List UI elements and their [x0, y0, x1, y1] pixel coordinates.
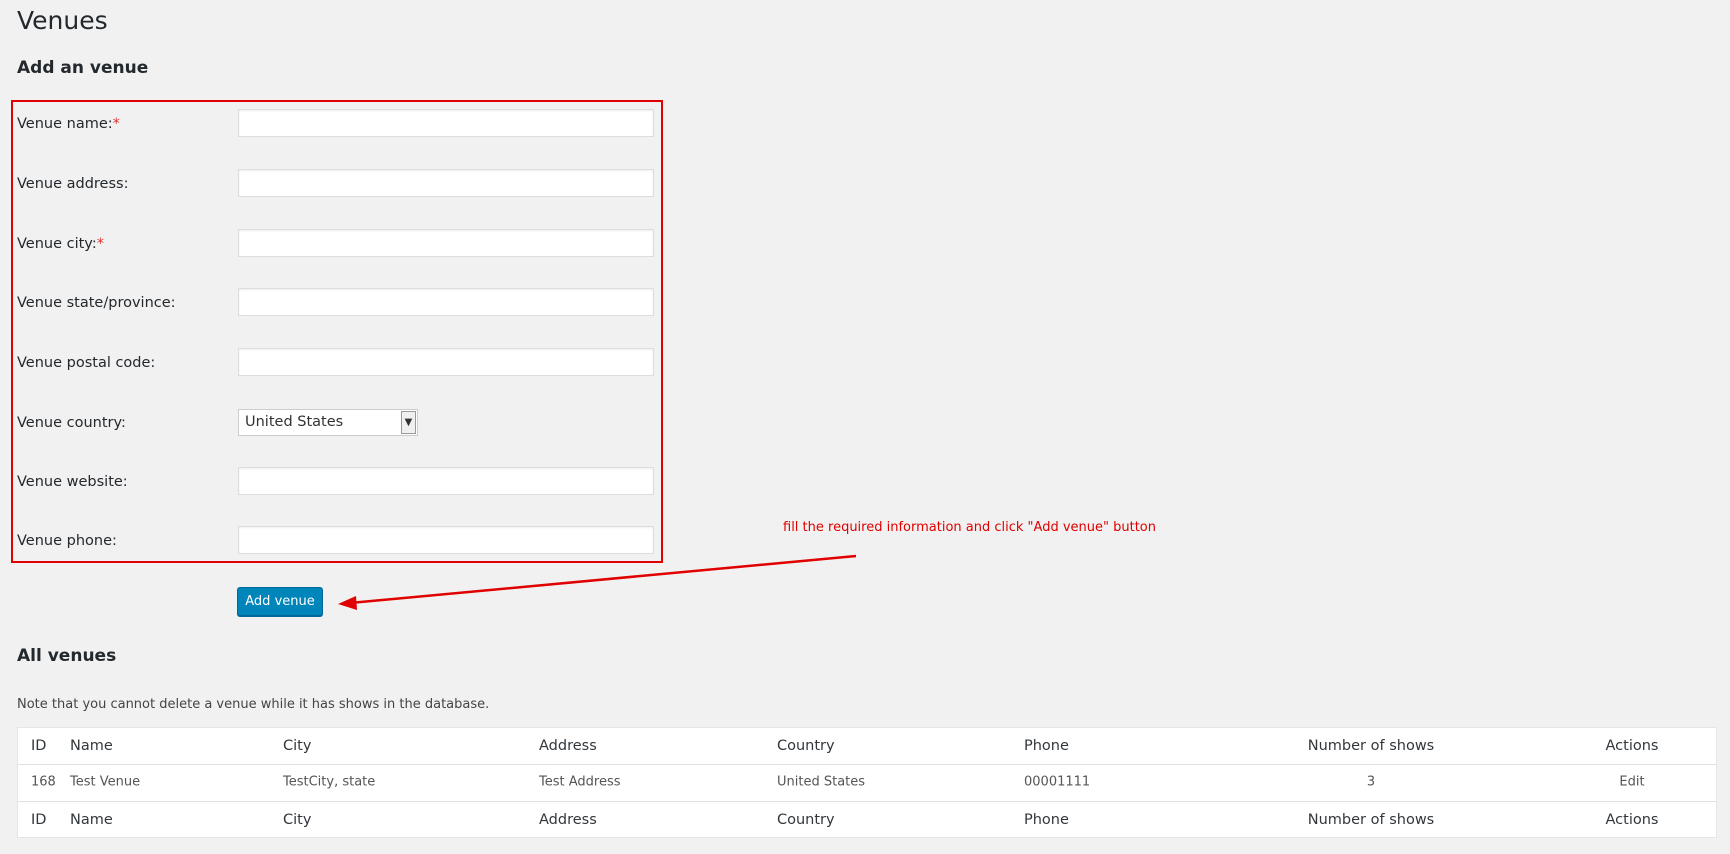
venue-phone: 00001111: [1024, 774, 1091, 790]
page-title: Venues: [17, 6, 108, 35]
column-header-name: Name: [70, 738, 113, 754]
venue-website-input[interactable]: [238, 467, 654, 495]
column-footer-address: Address: [539, 812, 597, 828]
add-venue-button[interactable]: Add venue: [237, 587, 323, 616]
venue-country: United States: [777, 774, 866, 790]
table-footer-row: ID Name City Address Country Phone Numbe…: [18, 801, 1716, 838]
column-header-id: ID: [31, 738, 47, 754]
venue-country-selected: United States: [245, 414, 344, 430]
column-header-country: Country: [777, 738, 835, 754]
venue-country-label: Venue country:: [17, 415, 126, 431]
venues-table: ID Name City Address Country Phone Numbe…: [17, 727, 1717, 838]
column-header-address: Address: [539, 738, 597, 754]
venue-phone-label: Venue phone:: [17, 533, 117, 549]
venue-address-link[interactable]: Test Address: [539, 775, 621, 790]
venue-city-row: Venue city:*: [17, 229, 657, 259]
edit-venue-link[interactable]: Edit: [1619, 775, 1644, 790]
venue-name-label: Venue name:*: [17, 116, 120, 132]
venue-state-label: Venue state/province:: [17, 295, 176, 311]
venue-address-label: Venue address:: [17, 176, 129, 192]
venue-country-row: Venue country: United States ▼: [17, 408, 657, 438]
required-mark: *: [112, 116, 120, 132]
venue-country-select[interactable]: United States ▼: [238, 409, 418, 436]
column-footer-name: Name: [70, 812, 113, 828]
add-venue-heading: Add an venue: [17, 58, 149, 78]
venue-phone-row: Venue phone:: [17, 526, 657, 556]
chevron-down-icon[interactable]: ▼: [401, 411, 416, 434]
venue-website-row: Venue website:: [17, 467, 657, 497]
venue-phone-input[interactable]: [238, 526, 654, 554]
column-header-actions: Actions: [1605, 738, 1659, 754]
column-footer-country: Country: [777, 812, 835, 828]
column-footer-city: City: [283, 812, 312, 828]
venue-website-label: Venue website:: [17, 474, 128, 490]
delete-note: Note that you cannot delete a venue whil…: [17, 697, 490, 712]
venue-address-input[interactable]: [238, 169, 654, 197]
venue-state-row: Venue state/province:: [17, 288, 657, 318]
table-row: 168 Test Venue TestCity, state Test Addr…: [18, 764, 1716, 800]
venue-address-row: Venue address:: [17, 169, 657, 199]
annotation-text: fill the required information and click …: [783, 520, 1156, 535]
table-header-row: ID Name City Address Country Phone Numbe…: [18, 728, 1716, 765]
column-footer-id: ID: [31, 812, 47, 828]
venue-postal-input[interactable]: [238, 348, 654, 376]
column-footer-shows: Number of shows: [1307, 812, 1435, 828]
venue-postal-row: Venue postal code:: [17, 348, 657, 378]
all-venues-heading: All venues: [17, 646, 117, 666]
column-header-shows: Number of shows: [1307, 738, 1435, 754]
venue-name-input[interactable]: [238, 109, 654, 137]
column-footer-phone: Phone: [1024, 812, 1069, 828]
column-header-phone: Phone: [1024, 738, 1069, 754]
venue-name-row: Venue name:*: [17, 109, 657, 139]
venue-state-input[interactable]: [238, 288, 654, 316]
venue-name-link[interactable]: Test Venue: [70, 775, 140, 790]
venue-city: TestCity, state: [283, 774, 376, 790]
venue-city-input[interactable]: [238, 229, 654, 257]
venue-id: 168: [31, 774, 56, 790]
venue-city-label: Venue city:*: [17, 236, 104, 252]
required-mark: *: [96, 236, 104, 252]
column-footer-actions: Actions: [1605, 812, 1659, 828]
column-header-city: City: [283, 738, 312, 754]
venue-postal-label: Venue postal code:: [17, 355, 156, 371]
venue-shows-link[interactable]: 3: [1367, 775, 1375, 790]
